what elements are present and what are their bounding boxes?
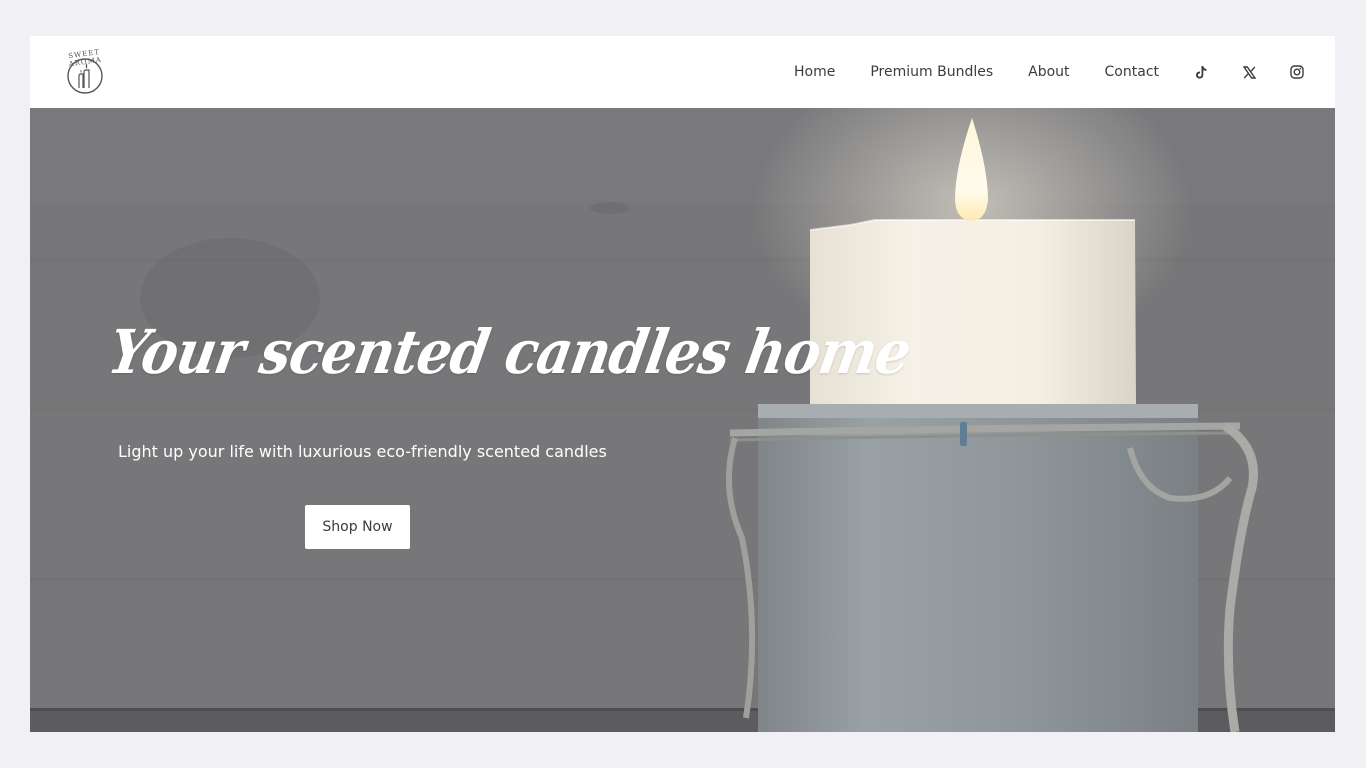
nav-premium-bundles-link[interactable]: Premium Bundles [870,64,993,80]
instagram-link[interactable] [1289,64,1305,80]
x-twitter-icon [1242,65,1256,79]
nav-contact-link[interactable]: Contact [1105,64,1159,80]
hero-subtitle: Light up your life with luxurious eco-fr… [118,442,607,461]
shop-now-button[interactable]: Shop Now [305,505,410,549]
instagram-icon [1290,65,1304,79]
nav-about-link[interactable]: About [1028,64,1069,80]
navbar: SWEET AROMA Home Premium Bundles About C… [30,36,1335,108]
hero-title: Your scented candles home [103,316,916,388]
brand-logo[interactable]: SWEET AROMA [58,48,112,96]
tiktok-icon [1196,65,1207,79]
hero-candle-image [30,108,1335,732]
hero-section: Your scented candles home Light up your … [30,108,1335,732]
main-nav: Home Premium Bundles About Contact [794,36,1305,108]
website-frame: SWEET AROMA Home Premium Bundles About C… [30,36,1335,732]
tiktok-link[interactable] [1193,64,1209,80]
nav-home-link[interactable]: Home [794,64,835,80]
x-twitter-link[interactable] [1241,64,1257,80]
